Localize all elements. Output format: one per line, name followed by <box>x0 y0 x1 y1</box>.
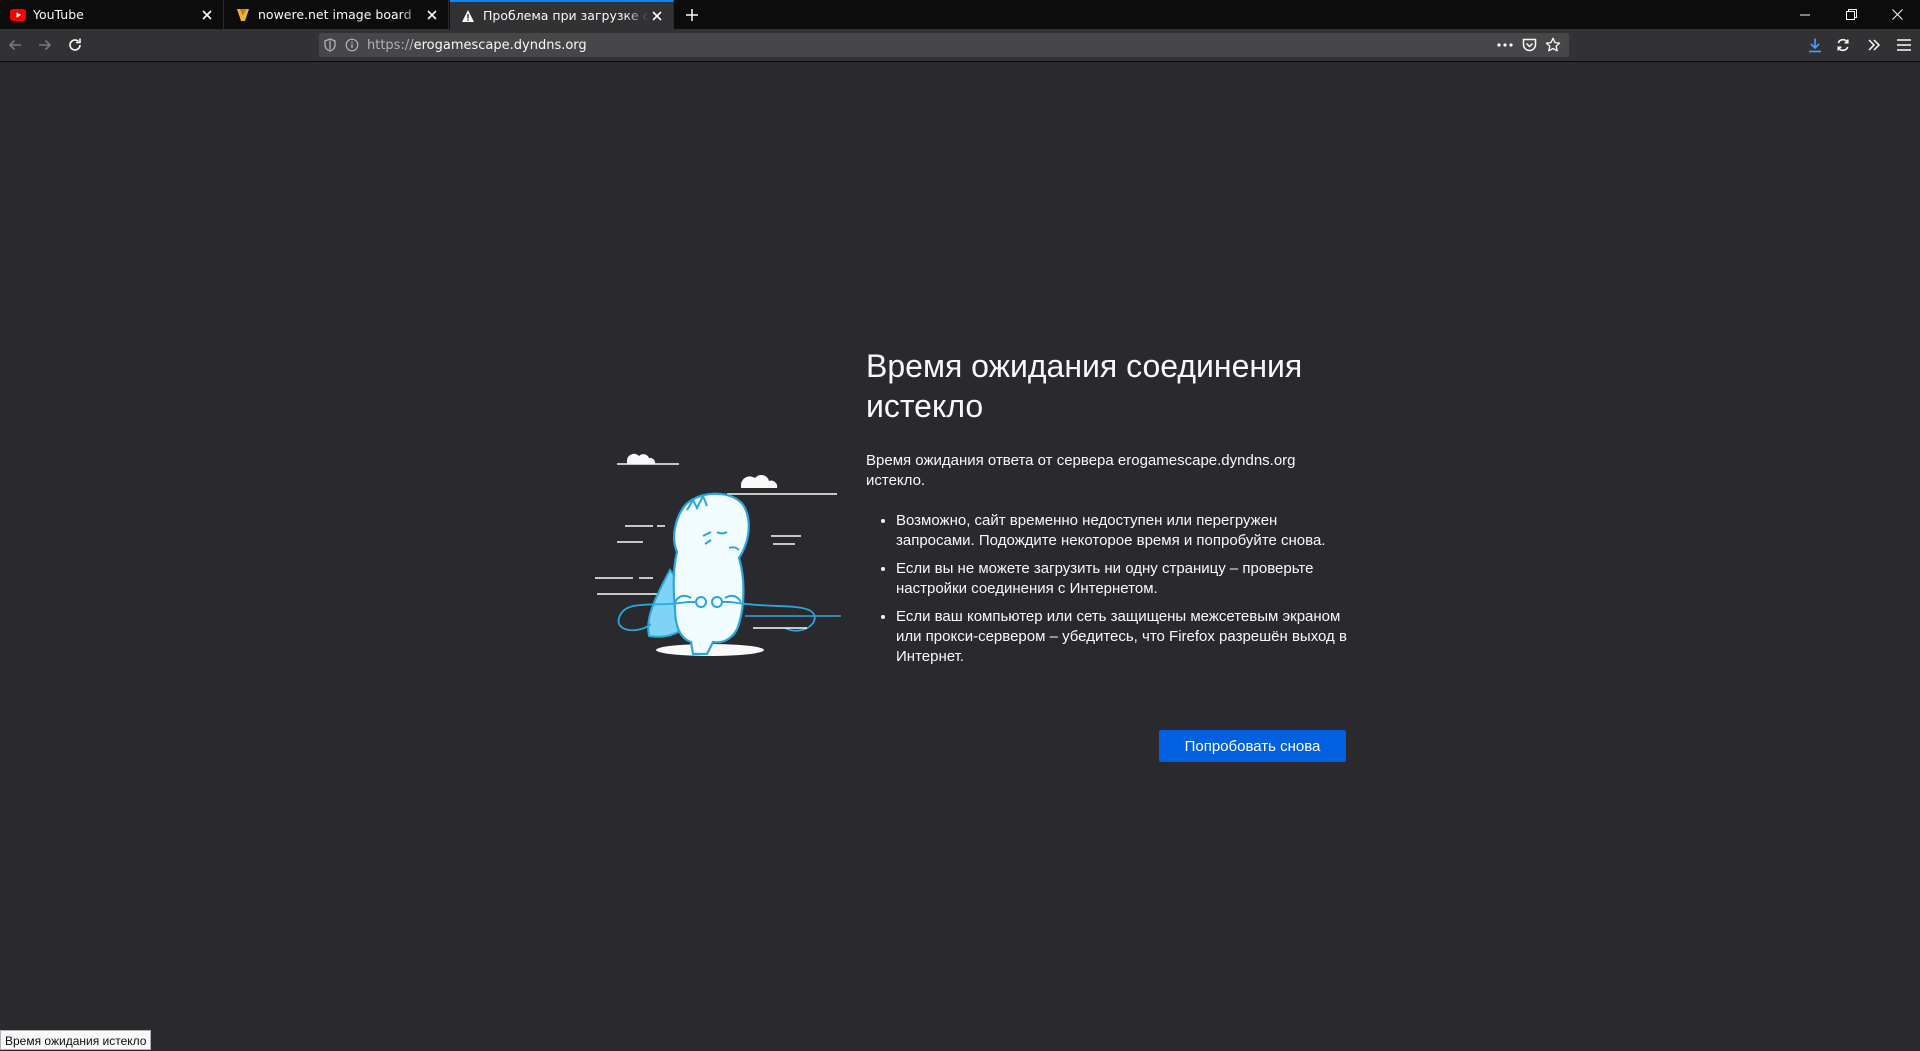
nowere-icon <box>235 7 251 23</box>
navigation-toolbar: https://erogamescape.dyndns.org <box>0 29 1920 62</box>
suggestion-item: Если вы не можете загрузить ни одну стра… <box>896 559 1351 599</box>
tab-title: nowere.net image board <box>258 7 412 22</box>
youtube-icon <box>10 7 26 23</box>
suggestion-item: Возможно, сайт временно недоступен или п… <box>896 511 1351 551</box>
reload-button[interactable] <box>62 33 88 57</box>
try-again-button[interactable]: Попробовать снова <box>1159 730 1346 762</box>
new-tab-button[interactable] <box>679 0 705 29</box>
close-icon[interactable] <box>649 8 665 24</box>
url-scheme: https:// <box>367 37 414 53</box>
url-host: erogamescape.dyndns.org <box>413 37 587 53</box>
error-content: Время ожидания соединения истекло Время … <box>866 346 1351 675</box>
tab-error-page[interactable]: Проблема при загрузке страницы <box>450 0 674 29</box>
close-icon[interactable] <box>424 7 440 23</box>
close-icon[interactable] <box>199 7 215 23</box>
url-text[interactable]: https://erogamescape.dyndns.org <box>367 38 587 53</box>
bookmark-star-icon[interactable] <box>1541 33 1565 57</box>
forward-button[interactable] <box>32 33 58 57</box>
timeout-dinosaur-illustration <box>595 448 841 660</box>
error-description: Время ожидания ответа от сервера erogame… <box>866 452 1296 489</box>
tab-title: Проблема при загрузке страницы <box>483 8 649 23</box>
restore-button[interactable] <box>1828 0 1874 29</box>
minimize-button[interactable] <box>1782 0 1828 29</box>
error-title: Время ожидания соединения истекло <box>866 348 1303 424</box>
back-button[interactable] <box>2 33 28 57</box>
overflow-chevron-icon[interactable] <box>1861 33 1887 57</box>
tab-title: YouTube <box>33 7 84 22</box>
sync-icon[interactable] <box>1830 33 1856 57</box>
tab-strip: YouTube nowere.net image board Проблема … <box>0 0 1920 29</box>
warning-icon <box>460 8 476 24</box>
url-bar[interactable]: https://erogamescape.dyndns.org <box>319 33 1569 57</box>
url-actions <box>1493 33 1565 57</box>
hamburger-menu-icon[interactable] <box>1891 33 1917 57</box>
tab-youtube[interactable]: YouTube <box>0 0 224 29</box>
close-window-button[interactable] <box>1874 0 1920 29</box>
pocket-icon[interactable] <box>1517 33 1541 57</box>
more-actions-icon[interactable] <box>1493 33 1517 57</box>
error-suggestions: Возможно, сайт временно недоступен или п… <box>866 511 1351 667</box>
status-bar-text: Время ожидания истекло <box>0 1030 152 1050</box>
tracking-shield-icon[interactable] <box>319 33 341 57</box>
site-info-icon[interactable] <box>341 33 363 57</box>
downloads-button[interactable] <box>1802 33 1828 57</box>
suggestion-item: Если ваш компьютер или сеть защищены меж… <box>896 607 1351 667</box>
tab-nowere[interactable]: nowere.net image board <box>225 0 449 29</box>
